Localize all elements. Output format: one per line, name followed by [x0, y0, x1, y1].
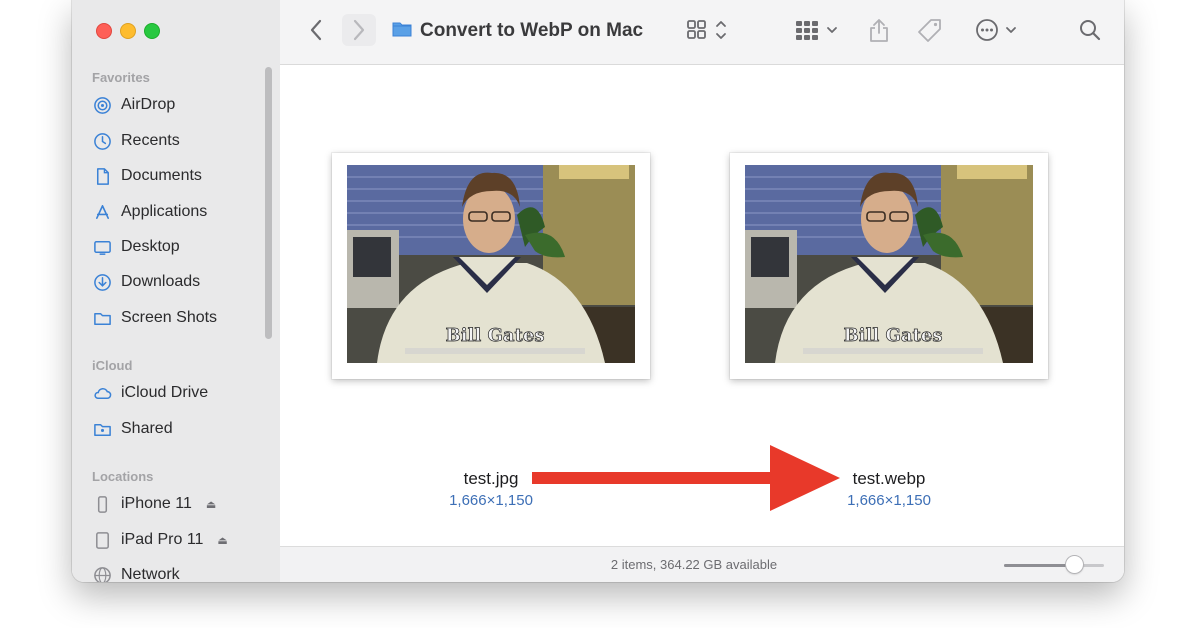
sidebar-item-label: iCloud Drive: [121, 384, 209, 401]
sidebar: Favorites AirDrop Recents Documents Appl…: [72, 0, 281, 582]
back-button[interactable]: [302, 14, 330, 46]
sidebar-item-iphone[interactable]: iPhone 11 ⏏: [92, 491, 272, 517]
eject-icon[interactable]: ⏏: [217, 534, 227, 547]
sidebar-item-label: Network: [121, 566, 180, 582]
sidebar-item-label: Recents: [121, 132, 180, 149]
sidebar-section-icloud: iCloud: [92, 358, 133, 373]
sidebar-scrollbar[interactable]: [265, 67, 272, 339]
group-grid-icon: [794, 18, 844, 42]
search-button[interactable]: [1074, 14, 1106, 46]
sidebar-item-label: Applications: [121, 203, 208, 220]
tablet-icon: [92, 530, 112, 550]
finder-window: Favorites AirDrop Recents Documents Appl…: [72, 0, 1124, 582]
sidebar-item-label: Desktop: [121, 238, 180, 255]
sidebar-item-documents[interactable]: Documents: [92, 163, 272, 189]
sidebar-item-network[interactable]: Network: [92, 562, 272, 582]
group-button[interactable]: [792, 14, 846, 46]
sidebar-item-desktop[interactable]: Desktop: [92, 234, 272, 260]
airdrop-icon: [92, 95, 112, 115]
sidebar-item-label: Shared: [121, 420, 173, 437]
action-button[interactable]: [970, 14, 1030, 46]
tag-icon: [916, 17, 944, 43]
sidebar-item-icloud-drive[interactable]: iCloud Drive: [92, 380, 272, 406]
sidebar-item-screen-shots[interactable]: Screen Shots: [92, 305, 272, 331]
cloud-icon: [92, 383, 112, 403]
photo-caption: Bill Gates: [844, 325, 943, 346]
zoom-window-button[interactable]: [144, 23, 160, 39]
sidebar-item-label: Screen Shots: [121, 309, 218, 326]
slider-knob[interactable]: [1066, 556, 1083, 573]
search-icon: [1078, 18, 1102, 42]
window-title: Convert to WebP on Mac: [392, 18, 643, 44]
toolbar: Convert to WebP on Mac: [280, 0, 1124, 65]
globe-icon: [92, 565, 112, 582]
arrow-annotation: [532, 445, 840, 511]
status-bar: 2 items, 364.22 GB available: [280, 546, 1124, 582]
photo-thumbnail: Bill Gates: [745, 165, 1033, 363]
sidebar-item-airdrop[interactable]: AirDrop: [92, 92, 272, 118]
chevron-right-icon: [352, 19, 366, 41]
file-browser: Bill Gates Bill Gates test.jpg 1,666×1,1…: [280, 65, 1124, 546]
phone-icon: [92, 494, 112, 514]
photo-caption: Bill Gates: [446, 325, 545, 346]
grid-view-icon: [685, 18, 729, 42]
slider-fill: [1004, 564, 1074, 567]
folder-icon: [392, 20, 412, 43]
eject-icon[interactable]: ⏏: [206, 498, 216, 511]
sidebar-item-label: iPad Pro 11: [121, 531, 204, 548]
minimize-window-button[interactable]: [120, 23, 136, 39]
photo-thumbnail: Bill Gates: [347, 165, 635, 363]
forward-button[interactable]: [342, 14, 376, 46]
sidebar-item-shared[interactable]: Shared: [92, 416, 272, 442]
folder-icon: [92, 308, 112, 328]
tag-button[interactable]: [910, 14, 950, 46]
icon-size-slider[interactable]: [1004, 556, 1104, 573]
document-icon: [92, 166, 112, 186]
sidebar-item-label: AirDrop: [121, 96, 176, 113]
sidebar-item-ipad[interactable]: iPad Pro 11 ⏏: [92, 527, 272, 553]
chevron-left-icon: [309, 19, 323, 41]
desktop-icon: [92, 237, 112, 257]
download-icon: [92, 272, 112, 292]
sidebar-section-favorites: Favorites: [92, 70, 150, 85]
close-window-button[interactable]: [96, 23, 112, 39]
applications-icon: [92, 202, 112, 222]
file-thumbnail-webp[interactable]: Bill Gates: [730, 153, 1048, 379]
sidebar-item-label: Downloads: [121, 273, 201, 290]
share-icon: [867, 17, 891, 43]
more-icon: [974, 17, 1026, 43]
window-title-text: Convert to WebP on Mac: [420, 20, 644, 41]
status-text: 2 items, 364.22 GB available: [610, 557, 778, 572]
sidebar-item-downloads[interactable]: Downloads: [92, 269, 272, 295]
sidebar-section-locations: Locations: [92, 469, 154, 484]
clock-icon: [92, 131, 112, 151]
sidebar-item-label: iPhone 11: [121, 495, 192, 512]
sidebar-item-applications[interactable]: Applications: [92, 199, 272, 225]
sidebar-item-label: Documents: [121, 167, 202, 184]
sidebar-item-recents[interactable]: Recents: [92, 128, 272, 154]
shared-folder-icon: [92, 419, 112, 439]
share-button[interactable]: [864, 14, 894, 46]
file-thumbnail-jpg[interactable]: Bill Gates: [332, 153, 650, 379]
view-mode-button[interactable]: [682, 14, 732, 46]
